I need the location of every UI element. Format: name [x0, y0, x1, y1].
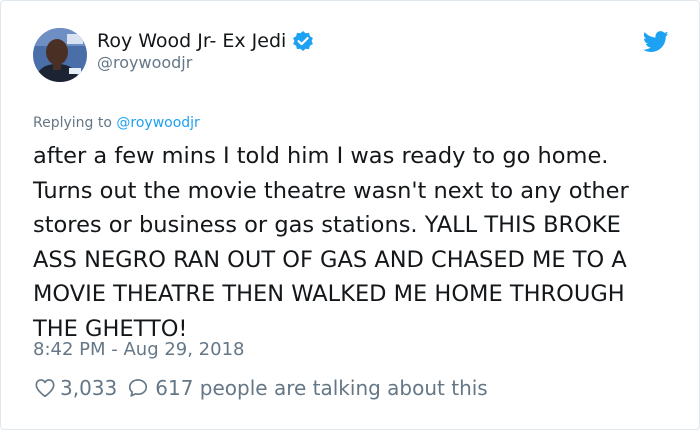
- tweet-timestamp[interactable]: 8:42 PM - Aug 29, 2018: [33, 339, 245, 360]
- replying-to-label: Replying to: [33, 115, 117, 131]
- display-name[interactable]: Roy Wood Jr- Ex Jedi: [97, 30, 286, 52]
- user-handle[interactable]: @roywoodjr: [97, 53, 192, 72]
- like-count[interactable]: 3,033: [60, 376, 117, 400]
- verified-badge-icon: [292, 30, 314, 52]
- heart-icon[interactable]: [34, 377, 56, 399]
- tweet-text: after a few mins I told him I was ready …: [33, 143, 629, 342]
- replying-to: Replying to @roywoodjr: [33, 115, 200, 131]
- engagement-bar: 3,033 617 people are talking about this: [34, 373, 488, 403]
- author-row: Roy Wood Jr- Ex Jedi: [97, 28, 314, 54]
- speech-bubble-icon[interactable]: [127, 377, 149, 399]
- avatar[interactable]: [33, 28, 87, 82]
- twitter-bird-icon[interactable]: [642, 31, 669, 53]
- tweet-card: Roy Wood Jr- Ex Jedi @roywoodjr Replying…: [0, 0, 700, 430]
- reply-mention-link[interactable]: @roywoodjr: [116, 115, 199, 131]
- talking-about-link[interactable]: 617 people are talking about this: [155, 376, 487, 400]
